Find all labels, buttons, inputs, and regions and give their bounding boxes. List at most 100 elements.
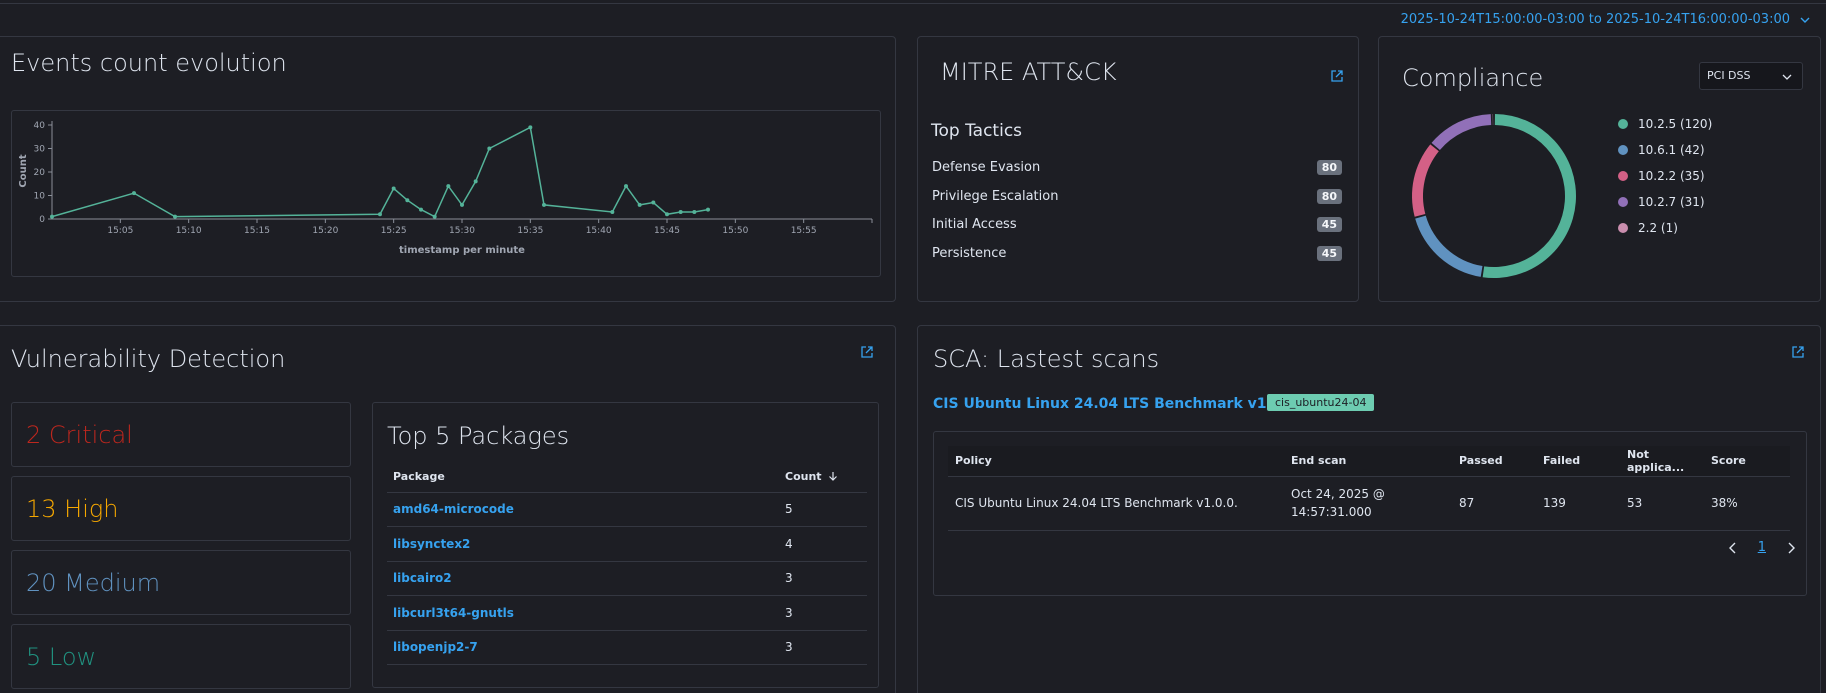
- compliance-standard-select[interactable]: PCI DSS: [1699, 62, 1803, 90]
- y-tick-label: 20: [34, 168, 46, 178]
- package-link[interactable]: libcurl3t64-gnutls: [387, 595, 779, 631]
- data-point: [460, 202, 464, 207]
- packages-table: Package Count amd64-microcode 5 libsyncte…: [387, 462, 867, 665]
- sca-panel: SCA: Lastest scans CIS Ubuntu Linux 24.0…: [917, 325, 1821, 693]
- failed-cell: 139: [1536, 476, 1620, 531]
- external-link-icon[interactable]: [860, 345, 874, 359]
- package-count: 4: [779, 526, 867, 562]
- package-count: 3: [779, 595, 867, 631]
- top-tactics-title: Top Tactics: [931, 121, 1023, 141]
- x-tick-label: 15:20: [312, 226, 338, 236]
- tactic-count-badge: 80: [1316, 188, 1342, 204]
- x-tick-label: 15:10: [176, 226, 202, 236]
- table-row: libcurl3t64-gnutls 3: [387, 595, 867, 631]
- column-header-count[interactable]: Count: [779, 462, 867, 493]
- y-tick-label: 30: [34, 145, 46, 155]
- package-link[interactable]: amd64-microcode: [387, 492, 779, 527]
- data-point: [542, 202, 546, 207]
- tactic-label: Persistence: [932, 245, 1007, 261]
- chevron-right-icon[interactable]: [1786, 542, 1796, 554]
- table-row: libsynctex2 4: [387, 526, 867, 562]
- severity-high-card[interactable]: 13 High: [11, 476, 351, 541]
- column-header-not-applicable[interactable]: Not applica...: [1620, 446, 1704, 477]
- panel-title: MITRE ATT&CK: [940, 58, 1117, 86]
- legend-item[interactable]: 10.2.7 (31): [1618, 194, 1705, 210]
- chevron-left-icon[interactable]: [1728, 542, 1738, 554]
- data-point: [624, 184, 628, 189]
- data-point: [405, 198, 410, 203]
- column-header-passed[interactable]: Passed: [1452, 446, 1536, 477]
- legend-item[interactable]: 2.2 (1): [1618, 220, 1678, 236]
- compliance-panel: Compliance PCI DSS 10.2.5 (120) 10.6.1 (…: [1378, 36, 1821, 302]
- events-chart: 0 10 20 30 40 15:05 15:10 15:15 15:20 15:25 15:30 1…: [11, 110, 881, 277]
- legend-dot: [1618, 145, 1628, 155]
- series-line: [51, 126, 709, 218]
- x-tick-label: 15:45: [654, 226, 680, 236]
- legend-dot: [1618, 197, 1628, 207]
- table-row[interactable]: CIS Ubuntu Linux 24.04 LTS Benchmark v1.…: [948, 476, 1790, 531]
- donut-slice[interactable]: [1482, 114, 1577, 278]
- legend-label: 10.6.1 (42): [1638, 143, 1705, 157]
- panel-title: Compliance: [1402, 64, 1544, 92]
- data-point: [706, 207, 710, 212]
- data-point: [432, 214, 437, 219]
- panel-title: Events count evolution: [11, 49, 287, 77]
- data-point: [637, 202, 642, 207]
- column-header-end-scan[interactable]: End scan: [1284, 446, 1452, 477]
- donut-slice[interactable]: [1415, 215, 1483, 277]
- data-point: [446, 184, 451, 189]
- date-range-picker[interactable]: 2025-10-24T15:00:00-03:00 to 2025-10-24T…: [1401, 12, 1810, 27]
- severity-medium-card[interactable]: 20 Medium: [11, 550, 351, 615]
- legend-item[interactable]: 10.2.5 (120): [1618, 116, 1712, 132]
- package-link[interactable]: libcairo2: [387, 561, 779, 596]
- tactic-row[interactable]: Defense Evasion 80: [932, 157, 1342, 177]
- data-point: [419, 207, 423, 212]
- table-row: libcairo2 3: [387, 561, 867, 596]
- column-header-failed[interactable]: Failed: [1536, 446, 1620, 477]
- package-link[interactable]: libsynctex2: [387, 526, 779, 562]
- tactic-row[interactable]: Privilege Escalation 80: [932, 186, 1342, 206]
- legend-dot: [1618, 223, 1628, 233]
- chevron-down-icon[interactable]: [1800, 15, 1810, 25]
- y-tick-label: 0: [39, 215, 45, 225]
- data-point: [378, 212, 382, 217]
- x-axis-title: timestamp per minute: [399, 245, 525, 256]
- legend-item[interactable]: 10.2.2 (35): [1618, 168, 1705, 184]
- compliance-donut-chart: [1412, 114, 1577, 278]
- external-link-icon[interactable]: [1330, 69, 1344, 83]
- severity-low-card[interactable]: 5 Low: [11, 624, 351, 689]
- tactic-count-badge: 45: [1316, 216, 1342, 232]
- donut-slice[interactable]: [1431, 114, 1492, 151]
- passed-cell: 87: [1452, 476, 1536, 531]
- date-range-text[interactable]: 2025-10-24T15:00:00-03:00 to 2025-10-24T…: [1401, 12, 1790, 27]
- tactic-count-badge: 45: [1316, 245, 1342, 261]
- tactic-row[interactable]: Persistence 45: [932, 243, 1342, 263]
- severity-critical-card[interactable]: 2 Critical: [11, 402, 351, 467]
- benchmark-link[interactable]: CIS Ubuntu Linux 24.04 LTS Benchmark v1.…: [933, 396, 1302, 412]
- policy-tag-badge: cis_ubuntu24-04: [1267, 394, 1375, 411]
- package-link[interactable]: libopenjp2-7: [387, 630, 779, 665]
- mitre-panel: MITRE ATT&CK Top Tactics Defense Evasion…: [917, 36, 1359, 302]
- column-header-score[interactable]: Score: [1704, 446, 1790, 477]
- x-tick-label: 15:55: [791, 226, 817, 236]
- x-tick-label: 15:40: [586, 226, 612, 236]
- donut-slice[interactable]: [1412, 144, 1439, 217]
- top-packages-panel: Top 5 Packages Package Count amd64-micro…: [372, 402, 879, 688]
- data-point: [132, 191, 136, 196]
- x-tick-label: 15:35: [517, 226, 543, 236]
- x-tick-label: 15:25: [381, 226, 407, 236]
- data-point: [528, 125, 533, 130]
- data-point: [391, 186, 396, 191]
- tactic-label: Defense Evasion: [932, 159, 1041, 175]
- sort-descending-icon: [829, 472, 838, 482]
- not-applicable-cell: 53: [1620, 476, 1704, 531]
- column-header-policy[interactable]: Policy: [948, 446, 1284, 477]
- column-header-package[interactable]: Package: [387, 462, 779, 493]
- tactic-row[interactable]: Initial Access 45: [932, 214, 1342, 234]
- external-link-icon[interactable]: [1791, 345, 1805, 359]
- page-number-current[interactable]: 1: [1758, 540, 1766, 555]
- legend-item[interactable]: 10.6.1 (42): [1618, 142, 1705, 158]
- policy-cell: CIS Ubuntu Linux 24.04 LTS Benchmark v1.…: [948, 476, 1284, 531]
- select-value: PCI DSS: [1707, 69, 1751, 82]
- legend-label: 10.2.2 (35): [1638, 169, 1705, 183]
